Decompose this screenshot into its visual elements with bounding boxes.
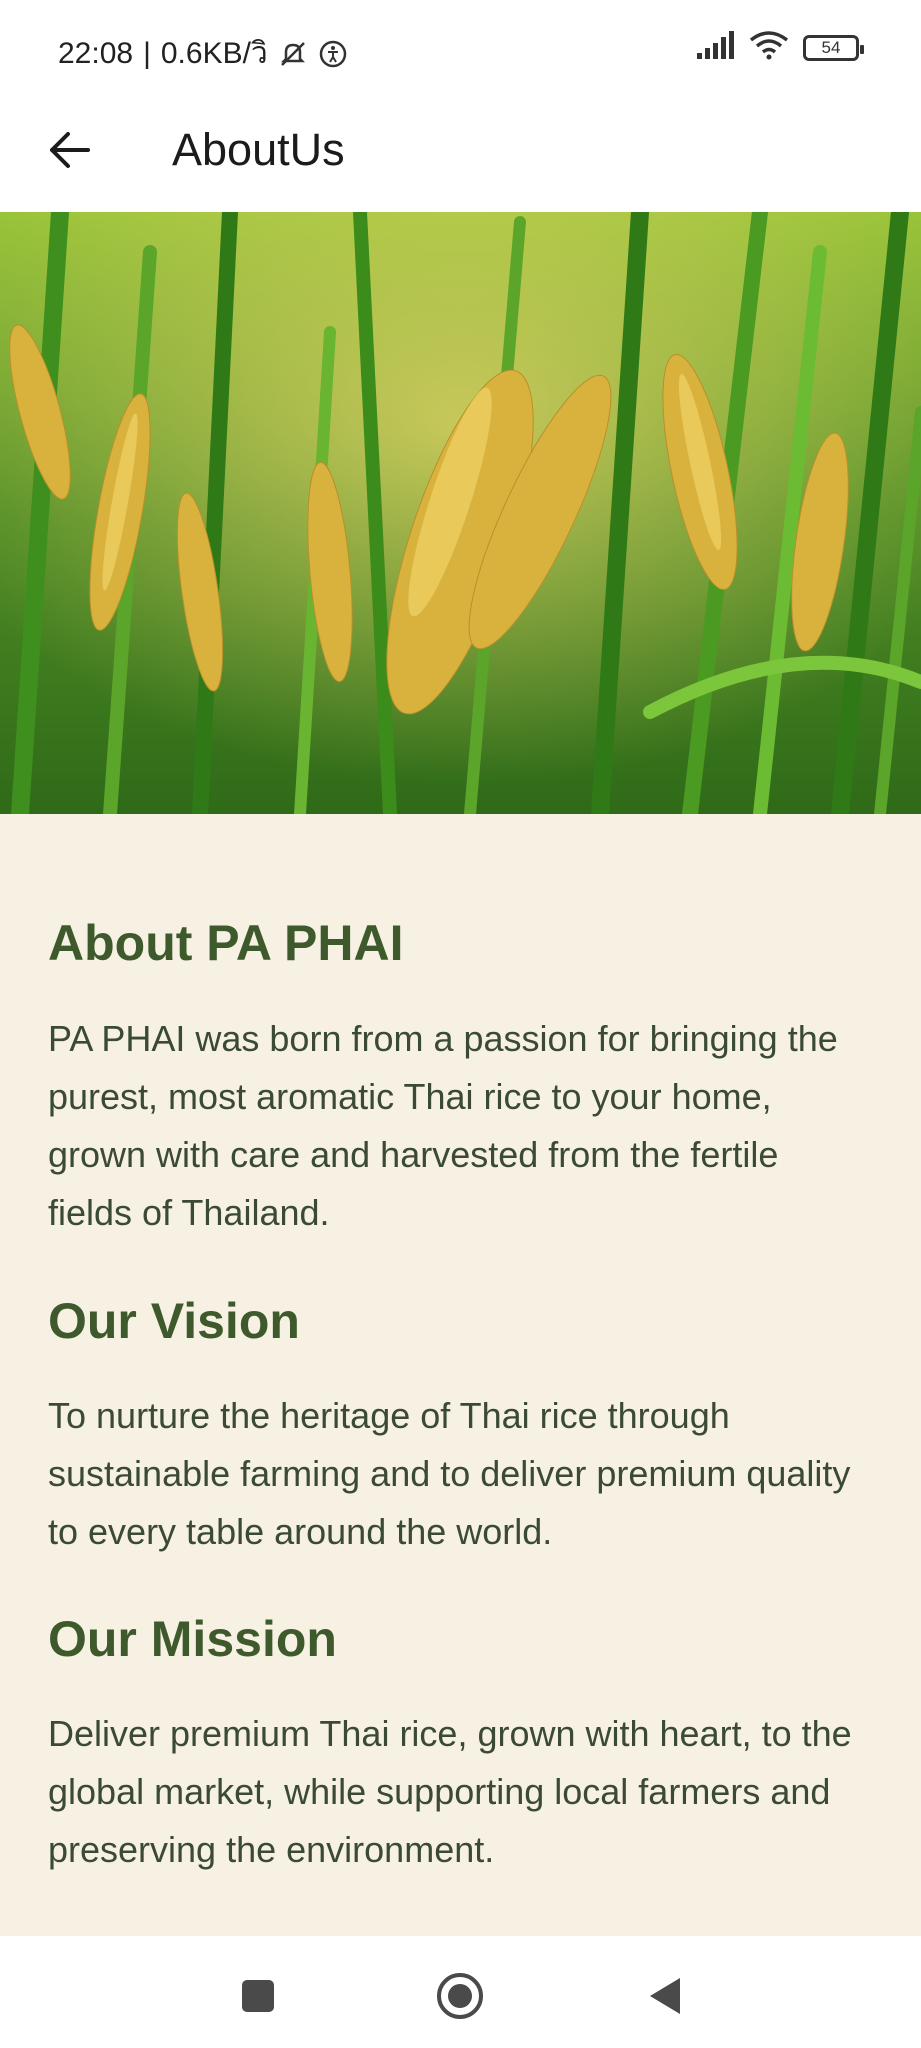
mission-body: Deliver premium Thai rice, grown with he… [48, 1713, 852, 1870]
recents-button[interactable] [228, 1966, 288, 2026]
accessibility-icon [318, 39, 348, 69]
system-nav-bar [0, 1936, 921, 2048]
battery-icon: 54 [803, 34, 864, 61]
about-body: PA PHAI was born from a passion for brin… [48, 1018, 838, 1233]
about-content: About PA PHAI PA PHAI was born from a pa… [0, 814, 921, 1936]
status-bar: 22:08 | 0.6KB/วิ 54 [0, 0, 921, 100]
vision-body: To nurture the heritage of Thai rice thr… [48, 1395, 851, 1552]
vision-heading: Our Vision [48, 1293, 300, 1349]
rice-field-photo [0, 212, 921, 814]
mission-heading: Our Mission [48, 1611, 337, 1667]
hero-image [0, 212, 921, 814]
page-title: AboutUs [172, 124, 345, 175]
wifi-icon [749, 30, 789, 65]
status-left: 22:08 | 0.6KB/วิ [58, 30, 348, 77]
status-network-speed: 0.6KB/วิ [160, 37, 268, 70]
home-button[interactable] [430, 1966, 490, 2026]
recents-square-icon [242, 1980, 274, 2012]
nav-back-button[interactable] [634, 1966, 694, 2026]
mute-icon [278, 39, 308, 69]
signal-icon [695, 31, 735, 64]
back-triangle-icon [650, 1978, 680, 2014]
battery-level: 54 [821, 37, 841, 57]
about-heading: About PA PHAI [48, 915, 404, 971]
app-bar: AboutUs [0, 100, 921, 212]
home-circle-icon [437, 1973, 483, 2019]
arrow-left-icon [50, 132, 90, 168]
status-time: 22:08 [58, 36, 134, 70]
status-right: 54 [695, 30, 864, 65]
status-separator: | [143, 36, 151, 70]
back-button[interactable] [40, 120, 100, 180]
